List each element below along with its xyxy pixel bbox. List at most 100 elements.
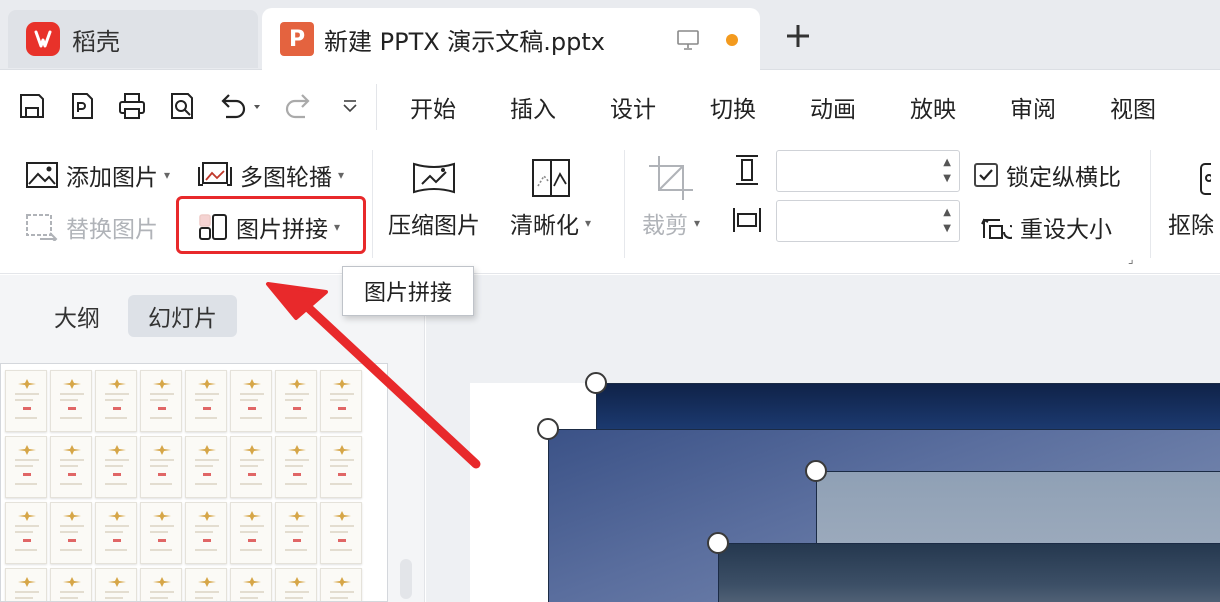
slide-thumbnail[interactable] xyxy=(185,502,227,564)
slide-thumbnail[interactable] xyxy=(50,436,92,498)
multi-image-carousel-button[interactable]: 多图轮播 ▾ xyxy=(198,158,344,192)
customize-toolbar-icon[interactable] xyxy=(332,88,368,124)
sharpen-button[interactable]: 清晰化 ▾ xyxy=(510,150,591,240)
reset-size-button[interactable]: 重设大小 xyxy=(980,210,1112,244)
ppt-file-icon: P xyxy=(280,22,314,56)
thumbnail-mark xyxy=(203,539,211,542)
slide-thumbnail[interactable] xyxy=(320,436,362,498)
spliced-image-4[interactable] xyxy=(718,543,1220,602)
spinner-arrows-icon[interactable]: ▲ ▼ xyxy=(943,155,951,187)
spinner-arrows-icon[interactable]: ▲ ▼ xyxy=(943,205,951,237)
slide-thumbnail[interactable] xyxy=(275,370,317,432)
slide-thumbnail[interactable] xyxy=(95,436,137,498)
undo-icon[interactable] xyxy=(214,88,264,124)
thumbnail-line xyxy=(285,399,303,401)
slide-thumbnail[interactable] xyxy=(230,568,272,601)
slide-thumbnail[interactable] xyxy=(5,568,47,601)
tab-outline[interactable]: 大纲 xyxy=(34,295,120,337)
slide-thumbnail[interactable] xyxy=(50,568,92,601)
menu-tab-slideshow[interactable]: 放映 xyxy=(910,90,956,124)
scrollbar-thumb[interactable] xyxy=(400,559,412,599)
slide-thumbnail[interactable] xyxy=(320,568,362,601)
slide-thumbnail[interactable] xyxy=(230,502,272,564)
height-input[interactable]: ▲ ▼ xyxy=(776,150,960,192)
thumbnail-line xyxy=(15,597,33,599)
slide-thumbnail[interactable] xyxy=(50,502,92,564)
slide-thumbnail[interactable] xyxy=(320,502,362,564)
menu-tab-animation[interactable]: 动画 xyxy=(810,90,856,124)
menu-tab-review[interactable]: 审阅 xyxy=(1010,90,1056,124)
slide-thumbnail[interactable] xyxy=(275,502,317,564)
redo-icon[interactable] xyxy=(282,88,318,124)
tab-slides[interactable]: 幻灯片 xyxy=(128,295,237,337)
thumbnail-line xyxy=(60,459,84,461)
thumbnail-mark xyxy=(338,407,346,410)
width-input[interactable]: ▲ ▼ xyxy=(776,200,960,242)
thumbnail-line xyxy=(15,483,37,485)
slide-thumbnail[interactable] xyxy=(5,436,47,498)
slide-thumbnail[interactable] xyxy=(5,370,47,432)
lock-aspect-checkbox[interactable]: 锁定纵横比 xyxy=(974,158,1121,192)
star-icon xyxy=(63,577,81,587)
tab-home[interactable]: 稻壳 xyxy=(8,10,258,68)
menu-tab-home[interactable]: 开始 xyxy=(410,90,456,124)
thumbnail-line xyxy=(105,531,123,533)
monitor-icon[interactable] xyxy=(676,28,700,56)
checkbox-checked-icon[interactable] xyxy=(974,163,998,187)
thumbnail-mark xyxy=(68,539,76,542)
save-icon[interactable] xyxy=(14,88,50,124)
slide-thumbnail-area[interactable] xyxy=(0,363,388,602)
thumbnail-line xyxy=(240,459,264,461)
slide-thumbnail[interactable] xyxy=(140,502,182,564)
resize-handle[interactable] xyxy=(537,418,559,440)
print-icon[interactable] xyxy=(114,88,150,124)
slide-thumbnail[interactable] xyxy=(140,568,182,601)
slide-thumbnail[interactable] xyxy=(275,436,317,498)
thumbnail-grid xyxy=(5,370,362,601)
crop-button[interactable]: 裁剪 ▾ xyxy=(642,150,700,240)
menu-tab-transition[interactable]: 切换 xyxy=(710,90,756,124)
compress-picture-button[interactable]: 压缩图片 xyxy=(388,150,480,240)
menu-tab-view[interactable]: 视图 xyxy=(1110,90,1156,124)
thumbnail-line xyxy=(15,531,33,533)
slide-thumbnail[interactable] xyxy=(275,568,317,601)
thumbnail-line xyxy=(330,549,352,551)
thumbnail-line xyxy=(285,597,303,599)
slide-thumbnail[interactable] xyxy=(140,436,182,498)
slide-thumbnail[interactable] xyxy=(5,502,47,564)
resize-handle[interactable] xyxy=(707,532,729,554)
print-preview-icon[interactable] xyxy=(164,88,200,124)
slide-thumbnail[interactable] xyxy=(95,370,137,432)
replace-picture-button[interactable]: 替换图片 xyxy=(26,210,158,244)
new-tab-button[interactable] xyxy=(782,20,814,52)
star-icon xyxy=(243,511,261,521)
tab-bar: 稻壳 P 新建 PPTX 演示文稿.pptx xyxy=(0,0,1220,70)
resize-handle[interactable] xyxy=(805,460,827,482)
menu-tab-design[interactable]: 设计 xyxy=(610,90,656,124)
tab-document[interactable]: P 新建 PPTX 演示文稿.pptx xyxy=(262,8,760,70)
slide-thumbnail[interactable] xyxy=(140,370,182,432)
export-pdf-icon[interactable] xyxy=(64,88,100,124)
slide-thumbnail[interactable] xyxy=(185,568,227,601)
thumbnail-line xyxy=(195,483,217,485)
slide-thumbnail[interactable] xyxy=(230,436,272,498)
slide-thumbnail[interactable] xyxy=(185,436,227,498)
cutout-button[interactable]: 抠除 xyxy=(1168,150,1214,240)
menu-tab-insert[interactable]: 插入 xyxy=(510,90,556,124)
resize-handle[interactable] xyxy=(585,372,607,394)
thumbnail-line xyxy=(60,417,82,419)
add-picture-button[interactable]: 添加图片 ▾ xyxy=(26,158,170,192)
compress-icon xyxy=(410,150,458,206)
thumbnail-mark xyxy=(23,539,31,542)
slide-thumbnail[interactable] xyxy=(185,370,227,432)
dialog-launcher-icon[interactable]: ⌟ xyxy=(1128,252,1134,266)
thumbnail-line xyxy=(285,417,307,419)
slide-thumbnail[interactable] xyxy=(95,502,137,564)
thumbnail-line xyxy=(150,459,174,461)
thumbnail-line xyxy=(285,591,309,593)
slide-thumbnail[interactable] xyxy=(50,370,92,432)
slide-thumbnail[interactable] xyxy=(320,370,362,432)
slide-thumbnail[interactable] xyxy=(95,568,137,601)
slide-thumbnail[interactable] xyxy=(230,370,272,432)
slide-canvas[interactable] xyxy=(426,275,1220,602)
